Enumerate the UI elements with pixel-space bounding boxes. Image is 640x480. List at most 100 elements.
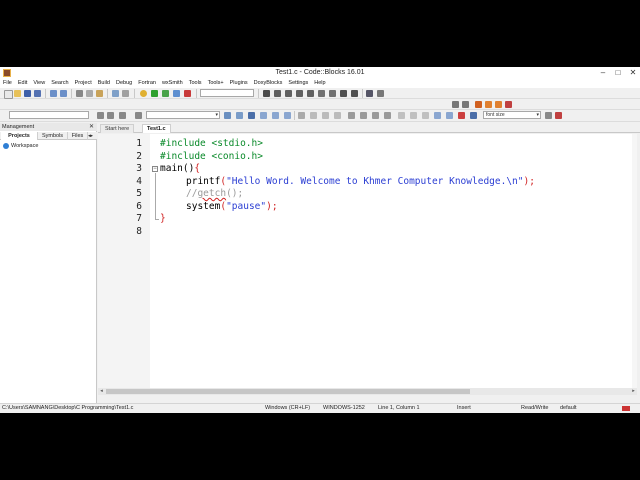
spell-check-icon[interactable] [458, 112, 465, 119]
tab-test1-c[interactable]: Test1.c [142, 124, 171, 133]
toggle-marker-icon[interactable] [119, 112, 126, 119]
doxy-html-icon[interactable] [260, 112, 267, 119]
save-all-icon[interactable] [34, 90, 41, 97]
various-info-icon[interactable] [377, 90, 384, 97]
doxy-chm-icon[interactable] [272, 112, 279, 119]
wx-text-icon[interactable] [360, 112, 367, 119]
menu-tools[interactable]: Tools [186, 79, 205, 88]
cut-icon[interactable] [76, 90, 83, 97]
menu-fortran[interactable]: Fortran [135, 79, 159, 88]
horizontal-scrollbar[interactable]: ◂ ▸ [98, 388, 637, 395]
align-left-icon[interactable] [398, 112, 405, 119]
menu-wxsmith[interactable]: wxSmith [159, 79, 186, 88]
debug-windows-icon[interactable] [366, 90, 373, 97]
format-icon[interactable] [470, 112, 477, 119]
build-target-combo[interactable] [200, 89, 254, 97]
next-line-icon[interactable] [285, 90, 292, 97]
symbol-icon[interactable] [135, 112, 142, 119]
code-scope-combo[interactable] [9, 111, 89, 119]
undo-icon[interactable] [50, 90, 57, 97]
tab-files[interactable]: Files [68, 132, 88, 140]
scroll-left-icon[interactable]: ◂ [98, 388, 105, 395]
bookmark-clear-icon[interactable] [505, 101, 512, 108]
wx-sizer-icon[interactable] [334, 112, 341, 119]
align-right-icon[interactable] [422, 112, 429, 119]
doxy-run-icon[interactable] [248, 112, 255, 119]
step-into-icon[interactable] [296, 90, 303, 97]
doxy-block-icon[interactable] [236, 112, 243, 119]
open-folder-icon[interactable] [14, 90, 21, 97]
wx-button-icon[interactable] [348, 112, 355, 119]
step-instruction-icon[interactable] [329, 90, 336, 97]
symbol-combo[interactable]: ▾ [146, 111, 220, 119]
font-size-combo[interactable]: font size ▾ [483, 111, 541, 119]
tab-projects[interactable]: Projects [1, 132, 38, 140]
jump-back-icon[interactable] [452, 101, 459, 108]
redo-icon[interactable] [60, 90, 67, 97]
menu-doxyblocks[interactable]: DoxyBlocks [251, 79, 286, 88]
align-center-icon[interactable] [410, 112, 417, 119]
status-file-path: C:\Users\SAMNANG\Desktop\C Programming\T… [2, 405, 134, 411]
menu-build[interactable]: Build [95, 79, 113, 88]
wx-check-icon[interactable] [372, 112, 379, 119]
bookmark-next-icon[interactable] [495, 101, 502, 108]
wx-panel-icon[interactable] [322, 112, 329, 119]
menu-debug[interactable]: Debug [113, 79, 135, 88]
next-function-icon[interactable] [107, 112, 114, 119]
fold-toggle-icon[interactable]: − [152, 166, 158, 172]
doxy-comment-icon[interactable] [224, 112, 231, 119]
copy-icon[interactable] [86, 90, 93, 97]
scroll-right-icon[interactable]: ▸ [630, 388, 637, 395]
bookmark-toggle-icon[interactable] [475, 101, 482, 108]
stop-debugger-icon[interactable] [351, 90, 358, 97]
tree-item-workspace[interactable]: Workspace [3, 142, 38, 150]
code-token: main() [160, 163, 195, 174]
paste-icon[interactable] [96, 90, 103, 97]
tools-icon[interactable] [555, 112, 562, 119]
menu-edit[interactable]: Edit [15, 79, 30, 88]
apply-font-icon[interactable] [545, 112, 552, 119]
run-to-cursor-icon[interactable] [274, 90, 281, 97]
wx-dialog-icon[interactable] [310, 112, 317, 119]
step-out-icon[interactable] [307, 90, 314, 97]
menu-file[interactable]: File [0, 79, 15, 88]
maximize-button[interactable]: □ [611, 67, 625, 79]
menu-settings[interactable]: Settings [285, 79, 311, 88]
abort-icon[interactable] [184, 90, 191, 97]
find-icon[interactable] [112, 90, 119, 97]
rebuild-icon[interactable] [173, 90, 180, 97]
wx-combo-icon[interactable] [384, 112, 391, 119]
debug-continue-icon[interactable] [263, 90, 270, 97]
bookmark-prev-icon[interactable] [485, 101, 492, 108]
zoom-in-icon[interactable] [434, 112, 441, 119]
menu-tools-plus[interactable]: Tools+ [205, 79, 227, 88]
tab-symbols[interactable]: Symbols [38, 132, 68, 140]
build-icon[interactable] [140, 90, 147, 97]
next-instruction-icon[interactable] [318, 90, 325, 97]
code-line-5: //getch(); [186, 188, 243, 200]
zoom-out-icon[interactable] [446, 112, 453, 119]
code-editor[interactable]: 1 2 3 4 5 6 7 8 − #include <stdio.h> #in… [98, 134, 637, 388]
build-and-run-icon[interactable] [162, 90, 169, 97]
new-file-icon[interactable] [4, 90, 13, 99]
menu-view[interactable]: View [30, 79, 48, 88]
wx-frame-icon[interactable] [298, 112, 305, 119]
replace-icon[interactable] [122, 90, 129, 97]
menu-help[interactable]: Help [311, 79, 328, 88]
scrollbar-thumb[interactable] [106, 389, 470, 394]
run-icon[interactable] [151, 90, 158, 97]
doxy-config-icon[interactable] [284, 112, 291, 119]
tab-start-here[interactable]: Start here [100, 124, 135, 133]
vertical-scrollbar[interactable] [632, 134, 637, 388]
prev-function-icon[interactable] [97, 112, 104, 119]
jump-forward-icon[interactable] [462, 101, 469, 108]
close-button[interactable]: ✕ [626, 67, 640, 79]
menu-project[interactable]: Project [72, 79, 95, 88]
break-debugger-icon[interactable] [340, 90, 347, 97]
minimize-button[interactable]: – [596, 67, 610, 79]
save-icon[interactable] [24, 90, 31, 97]
menu-search[interactable]: Search [48, 79, 71, 88]
close-panel-icon[interactable]: ✕ [89, 123, 94, 131]
menu-plugins[interactable]: Plugins [227, 79, 251, 88]
tab-scroll-icon[interactable]: ◂▸ [88, 132, 93, 140]
